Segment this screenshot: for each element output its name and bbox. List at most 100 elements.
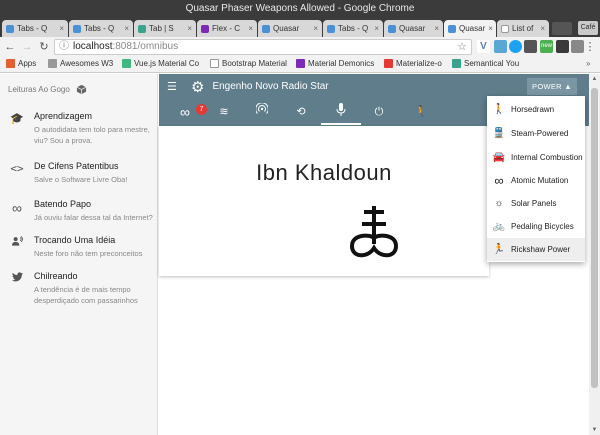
tab-wifi[interactable] [252,102,272,121]
scrollbar-thumb[interactable] [591,88,598,388]
tab-walk[interactable]: 🚶 [411,103,431,121]
menu-item-solar-panels[interactable]: ☼ Solar Panels [487,192,585,215]
back-icon[interactable]: ← [3,40,17,54]
sidebar-item-trocando[interactable]: Trocando Uma Idéia Neste foro não tem pre… [0,234,158,259]
twitter-extension-icon[interactable] [509,40,522,53]
infinity-icon: ∞ [180,104,190,120]
tab-infinity[interactable]: ∞ [175,103,195,121]
car-icon: 🚘 [492,152,506,163]
sidebar-item-subtitle: A tendência é de mais tempo desperdiçado… [34,285,138,305]
caret-up-icon: ▲ [564,82,572,91]
sidebar-item-title: De Cifens Patentibus [34,161,119,171]
browser-tab-active[interactable]: Quasar × [444,20,496,37]
menu-item-rickshaw-power[interactable]: 🏃 Rickshaw Power [487,238,585,261]
menu-item-label: Pedaling Bicycles [511,222,574,231]
browser-tab[interactable]: Quasar × [384,20,443,37]
mic-icon [336,103,346,116]
reload-icon[interactable]: ↻ [37,40,51,54]
new-tab-button[interactable] [552,22,572,35]
bookmark-item[interactable]: Materialize-o [384,59,442,68]
info-icon[interactable]: ⓘ [59,40,69,54]
extension-icon[interactable] [556,40,569,53]
bookmark-item[interactable]: Vue.js Material Co [122,59,199,68]
bookmark-item[interactable]: Material Demonics [296,59,374,68]
browser-tab[interactable]: Flex - C × [197,20,257,37]
walk-icon: 🚶 [414,106,428,118]
tab-favicon-icon [73,24,81,33]
history-icon: ⟲ [296,106,306,118]
menu-item-internal-combustion[interactable]: 🚘 Internal Combustion [487,146,585,169]
forward-icon[interactable]: → [20,40,34,54]
extension-icon[interactable] [524,40,537,53]
new-extension-icon[interactable]: new [540,40,553,53]
browser-tab[interactable]: Tabs - Q × [323,20,383,37]
menu-icon[interactable]: ☰ [167,80,181,93]
sidebar-header-label: Leituras Ao Gogo [8,85,70,94]
menu-item-steam-powered[interactable]: 🚆 Steam-Powered [487,122,585,145]
tab-favicon-icon [388,24,396,33]
tab-label: Tab | S [149,24,174,33]
tab-label: Quasar [273,24,300,33]
browser-tab[interactable]: Quasar × [258,20,322,37]
bookmark-favicon-icon [452,59,461,68]
profile-button[interactable]: Café [578,21,598,35]
menu-item-atomic-mutation[interactable]: ∞ Atomic Mutation [487,169,585,192]
sun-icon: ☼ [494,198,504,209]
url-input[interactable]: ⓘ localhost:8081/omnibus ☆ [54,39,472,55]
close-icon[interactable]: × [488,24,493,33]
close-icon[interactable]: × [540,24,545,33]
close-icon[interactable]: × [374,24,379,33]
tab-power[interactable]: ⏻ [369,103,389,121]
graduation-cap-icon: 🎓 [10,113,24,125]
sidebar-header: Leituras Ao Gogo [8,84,87,95]
browser-tab[interactable]: Tabs - Q × [2,20,68,37]
walk-icon: 🚶 [492,104,506,115]
tab-label: Tabs - Q [17,24,48,33]
twitter-icon [0,270,34,306]
url-path: :8081/omnibus [112,41,179,52]
scroll-down-icon[interactable]: ▼ [590,427,599,433]
bookmark-item[interactable]: Awesomes W3 [48,59,113,68]
bookmark-favicon-icon [296,59,305,68]
power-dropdown-button[interactable]: POWER ▲ [527,78,577,95]
close-icon[interactable]: × [313,24,318,33]
close-icon[interactable]: × [434,24,439,33]
sidebar-item-batendo-papo[interactable]: ∞ Batendo Papo Já ouviu falar dessa tal d… [0,198,158,223]
notification-badge: 7 [196,104,207,115]
url-host: localhost [73,41,113,52]
bookmarks-overflow-icon[interactable]: » [586,59,590,68]
bookmark-label: Apps [18,59,37,68]
bookmark-label: Materialize-o [396,59,442,68]
close-icon[interactable]: × [187,24,192,33]
browser-tab[interactable]: Tabs - Q × [69,20,133,37]
bookmark-favicon-icon [122,59,131,68]
chrome-menu-icon[interactable]: ⋮ [583,40,597,54]
tab-history[interactable]: ⟲ [291,103,311,121]
sidebar-item-de-cifens[interactable]: <> De Cifens Patentibus Salve o Software … [0,160,158,185]
close-icon[interactable]: × [59,24,64,33]
scroll-up-icon[interactable]: ▲ [590,76,599,82]
close-icon[interactable]: × [124,24,129,33]
extension-icon[interactable] [494,40,507,53]
sidebar-item-chilreando[interactable]: Chilreando A tendência é de mais tempo de… [0,270,158,306]
vue-devtools-icon[interactable]: V [477,40,490,53]
power-icon: ⏻ [374,106,384,118]
tab-favicon-icon [501,24,509,33]
bookmark-star-icon[interactable]: ☆ [457,40,467,54]
menu-item-horsedrawn[interactable]: 🚶 Horsedrawn [487,98,585,121]
sidebar-item-aprendizagem[interactable]: 🎓 Aprendizagem O autodidata tem tolo para… [0,110,158,146]
power-label: POWER [532,82,562,91]
menu-item-pedaling-bicycles[interactable]: 🚲 Pedaling Bicycles [487,215,585,238]
tab-mic[interactable] [331,103,351,121]
bike-icon: 🚲 [492,221,506,232]
close-icon[interactable]: × [248,24,253,33]
tab-label: Flex - C [212,24,240,33]
browser-tab[interactable]: List of × [497,20,549,37]
tab-waves[interactable]: ≋ [214,103,234,121]
page-scrollbar[interactable]: ▲ ▼ [589,74,600,435]
bookmark-apps[interactable]: Apps [6,59,36,68]
bookmark-label: Bootstrap Material [222,59,287,68]
bookmark-item[interactable]: Bootstrap Material [210,59,287,68]
bookmark-item[interactable]: Semantical You [452,59,519,68]
browser-tab[interactable]: Tab | S × [134,20,196,37]
